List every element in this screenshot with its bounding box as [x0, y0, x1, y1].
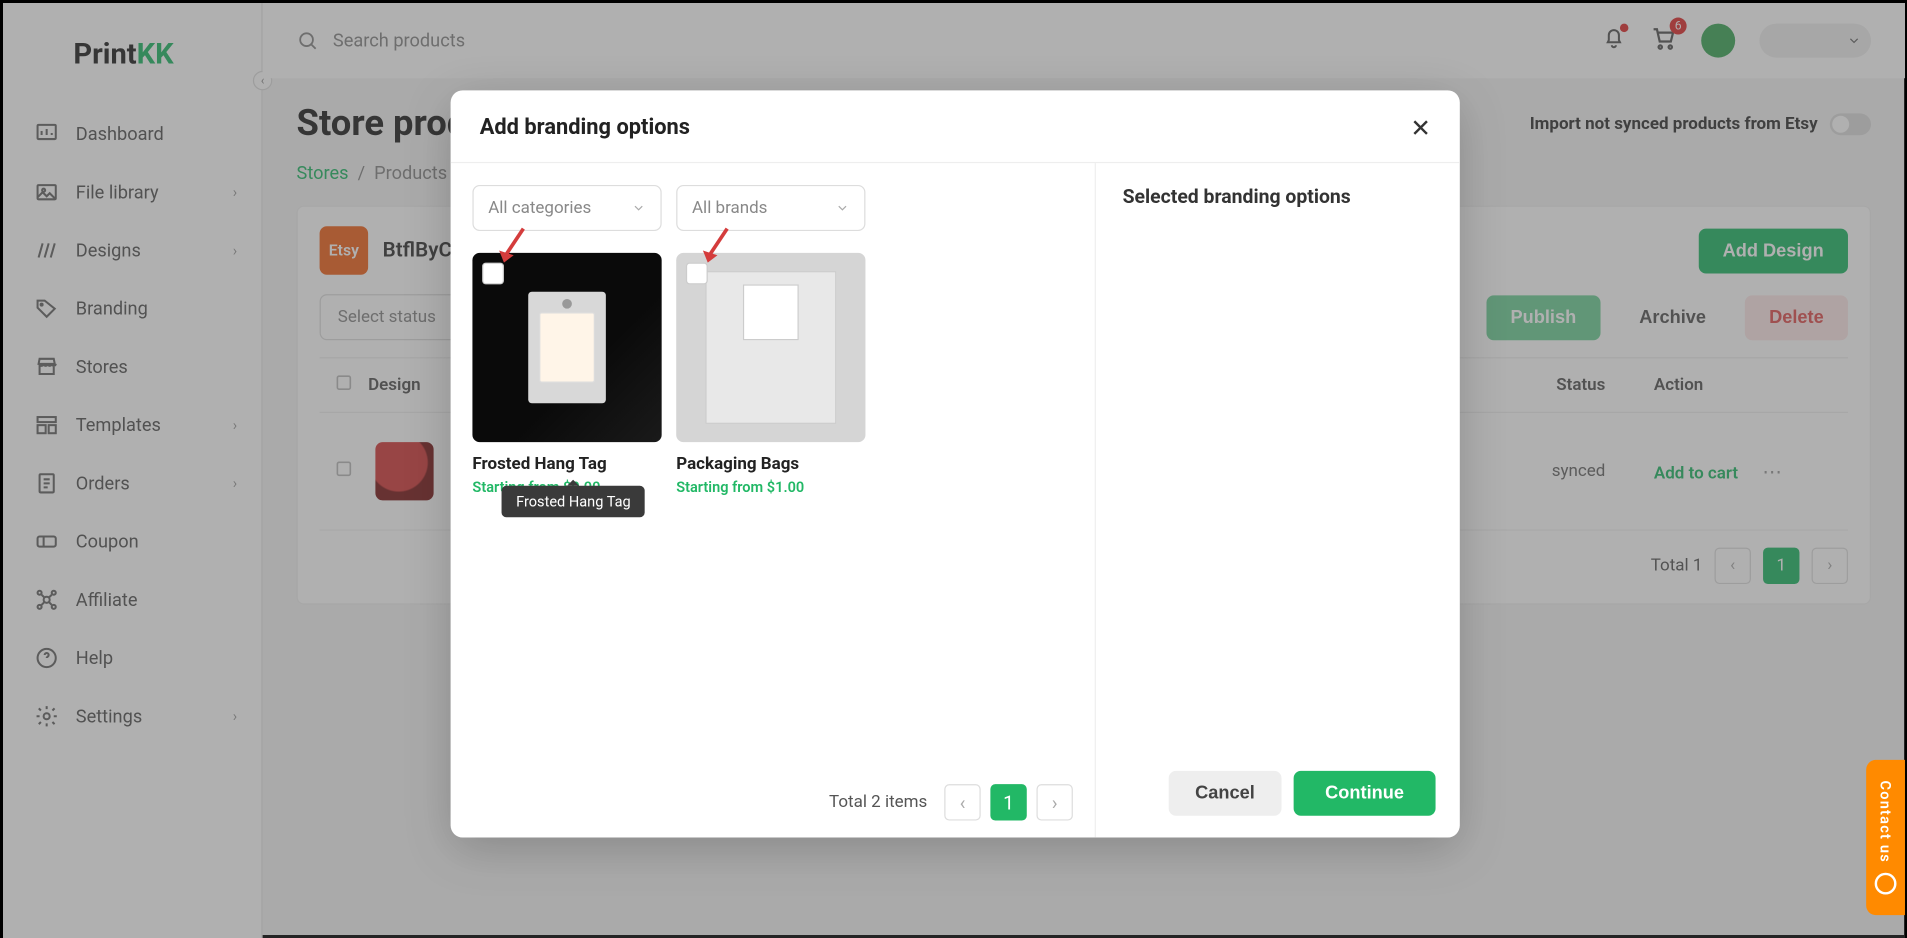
chevron-down-icon: [835, 201, 850, 216]
product-name-1: Frosted Hang Tag: [472, 454, 661, 473]
categories-dropdown-label: All categories: [488, 198, 591, 217]
close-icon[interactable]: ✕: [1410, 115, 1430, 139]
chat-bubble-icon: [1875, 873, 1897, 895]
add-branding-modal: Add branding options ✕ All categories Al…: [451, 90, 1460, 837]
modal-title: Add branding options: [480, 115, 690, 140]
brands-dropdown[interactable]: All brands: [676, 185, 865, 231]
brands-dropdown-label: All brands: [692, 198, 767, 217]
selected-options-title: Selected branding options: [1123, 185, 1434, 208]
total-items: Total 2 items: [829, 793, 927, 812]
contact-us-tab[interactable]: Contact us: [1866, 760, 1905, 915]
product-image-1: [472, 253, 661, 442]
chevron-down-icon: [631, 201, 646, 216]
modal-footer: Cancel Continue: [1168, 771, 1435, 816]
annotation-arrow-2: [700, 226, 734, 267]
cancel-button[interactable]: Cancel: [1168, 771, 1281, 816]
annotation-arrow-1: [497, 226, 531, 267]
product-price-2: Starting from $1.00: [676, 478, 865, 495]
modal-filters: All categories All brands: [451, 163, 1095, 231]
modal-left-footer: Total 2 items ‹ 1 ›: [451, 767, 1095, 837]
product-name-2: Packaging Bags: [676, 454, 865, 473]
product-card-2[interactable]: Packaging Bags Starting from $1.00: [676, 253, 865, 496]
modal-next-page[interactable]: ›: [1036, 784, 1072, 820]
product-tooltip: Frosted Hang Tag: [502, 486, 646, 518]
categories-dropdown[interactable]: All categories: [472, 185, 661, 231]
modal-body: All categories All brands Froste: [451, 163, 1460, 837]
product-image-2: [676, 253, 865, 442]
products-grid: Frosted Hang Tag Starting from $0.00 Fro…: [451, 231, 1095, 517]
modal-prev-page[interactable]: ‹: [944, 784, 980, 820]
modal-page-1[interactable]: 1: [990, 784, 1026, 820]
product-card-1[interactable]: Frosted Hang Tag Starting from $0.00 Fro…: [472, 253, 661, 496]
continue-button[interactable]: Continue: [1294, 771, 1436, 816]
modal-right-pane: Selected branding options: [1096, 163, 1460, 837]
modal-header: Add branding options ✕: [451, 90, 1460, 163]
contact-us-label: Contact us: [1877, 781, 1894, 863]
modal-left-pane: All categories All brands Froste: [451, 163, 1096, 837]
